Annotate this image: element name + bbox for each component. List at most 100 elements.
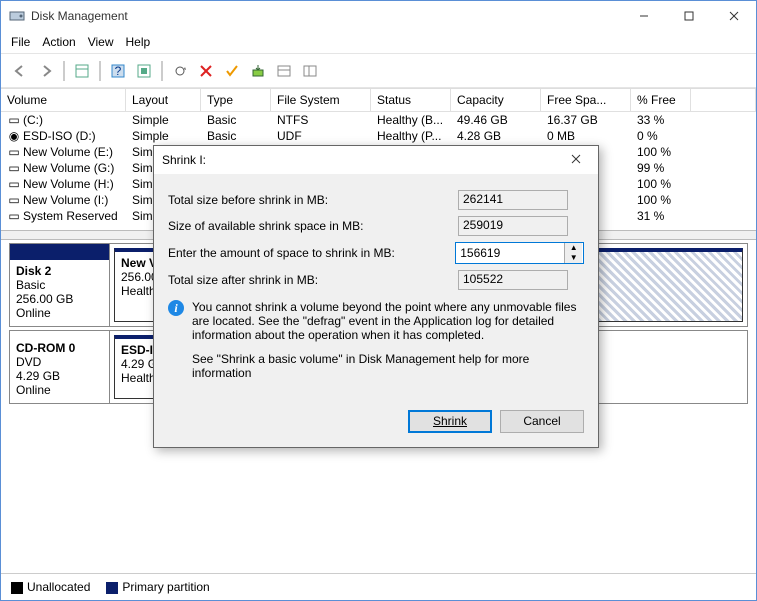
separator (161, 61, 163, 81)
check-button[interactable] (221, 60, 243, 82)
label-enter-amount: Enter the amount of space to shrink in M… (168, 246, 455, 260)
cell: Healthy (B... (371, 112, 451, 128)
spin-up[interactable]: ▲ (565, 243, 582, 253)
cell: 31 % (631, 208, 691, 224)
list-button[interactable] (273, 60, 295, 82)
cell: ◉ESD-ISO (D:) (1, 128, 126, 144)
titlebar[interactable]: Disk Management (1, 1, 756, 31)
separator (63, 61, 65, 81)
cell: 100 % (631, 192, 691, 208)
col-status[interactable]: Status (371, 89, 451, 112)
legend: Unallocated Primary partition (1, 573, 756, 600)
cdrom-size: 4.29 GB (16, 369, 103, 383)
disk2-info: Disk 2 Basic 256.00 GB Online (10, 244, 110, 326)
cdrom-status: Online (16, 383, 103, 397)
cell: ▭New Volume (H:) (1, 176, 126, 192)
dialog-titlebar[interactable]: Shrink I: (154, 146, 598, 174)
col-filesystem[interactable]: File System (271, 89, 371, 112)
cancel-button[interactable]: Cancel (500, 410, 584, 433)
col-volume[interactable]: Volume (1, 89, 126, 112)
cell: Basic (201, 128, 271, 144)
shrink-amount-input[interactable] (456, 243, 564, 263)
forward-button[interactable] (35, 60, 57, 82)
refresh-button[interactable] (169, 60, 191, 82)
toolbar: ? (1, 54, 756, 88)
disk2-status: Online (16, 306, 103, 320)
cell: ▭(C:) (1, 112, 126, 128)
label-total-before: Total size before shrink in MB: (168, 193, 458, 207)
shrink-dialog: Shrink I: Total size before shrink in MB… (153, 145, 599, 448)
menu-action[interactable]: Action (42, 35, 75, 49)
col-pctfree[interactable]: % Free (631, 89, 691, 112)
cell: 16.37 GB (541, 112, 631, 128)
cdrom-header: CD-ROM 0 (16, 341, 103, 355)
dialog-close-button[interactable] (562, 153, 590, 167)
dialog-title: Shrink I: (162, 153, 562, 167)
window-title: Disk Management (31, 9, 621, 23)
spin-down[interactable]: ▼ (565, 253, 582, 263)
cell: 49.46 GB (451, 112, 541, 128)
label-available: Size of available shrink space in MB: (168, 219, 458, 233)
legend-unallocated: Unallocated (27, 580, 90, 594)
cell: NTFS (271, 112, 371, 128)
label-total-after: Total size after shrink in MB: (168, 273, 458, 287)
disk-management-window: Disk Management File Action View Help ? … (0, 0, 757, 601)
col-spacer (691, 89, 756, 112)
action-button[interactable] (247, 60, 269, 82)
info-text: You cannot shrink a volume beyond the po… (192, 300, 584, 342)
cdrom-type: DVD (16, 355, 103, 369)
shrink-button[interactable]: Shrink (408, 410, 492, 433)
cell: 0 % (631, 128, 691, 144)
shrink-amount-spinbox[interactable]: ▲▼ (455, 242, 584, 264)
delete-button[interactable] (195, 60, 217, 82)
cell: 100 % (631, 144, 691, 160)
cell: Simple (126, 128, 201, 144)
svg-text:?: ? (115, 64, 122, 78)
disk2-type: Basic (16, 278, 103, 292)
swatch-unallocated (11, 582, 23, 594)
cell: Healthy (P... (371, 128, 451, 144)
help-button[interactable]: ? (107, 60, 129, 82)
settings-button[interactable] (133, 60, 155, 82)
legend-primary: Primary partition (122, 580, 209, 594)
show-hide-button[interactable] (71, 60, 93, 82)
cell: ▭System Reserved (1, 208, 126, 224)
menu-help[interactable]: Help (126, 35, 151, 49)
disk2-size: 256.00 GB (16, 292, 103, 306)
value-available: 259019 (458, 216, 568, 236)
cell: Simple (126, 112, 201, 128)
cell: Basic (201, 112, 271, 128)
back-button[interactable] (9, 60, 31, 82)
cell: UDF (271, 128, 371, 144)
app-icon (9, 8, 25, 24)
cell: 100 % (631, 176, 691, 192)
col-capacity[interactable]: Capacity (451, 89, 541, 112)
info-icon: i (168, 300, 184, 316)
menu-view[interactable]: View (88, 35, 114, 49)
menu-file[interactable]: File (11, 35, 30, 49)
cell: ▭New Volume (E:) (1, 144, 126, 160)
cdrom-info: CD-ROM 0 DVD 4.29 GB Online (10, 331, 110, 403)
cell: 33 % (631, 112, 691, 128)
cell: ▭New Volume (G:) (1, 160, 126, 176)
menubar: File Action View Help (1, 31, 756, 54)
minimize-button[interactable] (621, 1, 666, 31)
volume-row[interactable]: ▭(C:)SimpleBasicNTFSHealthy (B...49.46 G… (1, 112, 756, 128)
col-type[interactable]: Type (201, 89, 271, 112)
cell: 4.28 GB (451, 128, 541, 144)
cell: 99 % (631, 160, 691, 176)
cell: 0 MB (541, 128, 631, 144)
volume-list-header: Volume Layout Type File System Status Ca… (1, 88, 756, 112)
help-text: See "Shrink a basic volume" in Disk Mana… (192, 352, 584, 380)
volume-row[interactable]: ◉ESD-ISO (D:)SimpleBasicUDFHealthy (P...… (1, 128, 756, 144)
col-layout[interactable]: Layout (126, 89, 201, 112)
cell: ▭New Volume (I:) (1, 192, 126, 208)
maximize-button[interactable] (666, 1, 711, 31)
details-button[interactable] (299, 60, 321, 82)
disk2-header: Disk 2 (16, 264, 103, 278)
part-name: New V (121, 256, 157, 270)
col-freespace[interactable]: Free Spa... (541, 89, 631, 112)
value-total-after: 105522 (458, 270, 568, 290)
close-button[interactable] (711, 1, 756, 31)
separator (99, 61, 101, 81)
